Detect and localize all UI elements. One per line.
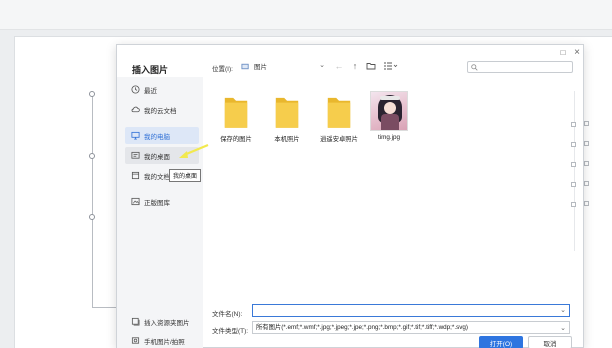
back-arrow-icon[interactable]: ← xyxy=(333,60,345,72)
file-name: 本机照片 xyxy=(274,136,300,143)
gallery-icon xyxy=(131,197,140,206)
sidebar-item-label: 插入资源夹图片 xyxy=(144,319,190,327)
phone-icon xyxy=(131,336,140,345)
location-dropdown[interactable]: 图片 ⌄ xyxy=(238,60,328,72)
sidebar-item-label: 我的桌面 xyxy=(144,153,170,161)
shape-handle[interactable] xyxy=(89,214,95,220)
sidebar-item-my-computer[interactable]: 我的电脑 xyxy=(125,127,199,144)
shape-handle[interactable] xyxy=(584,201,589,206)
shape-handle[interactable] xyxy=(89,91,95,97)
location-value: 图片 xyxy=(254,64,267,71)
filetype-label: 文件类型(T): xyxy=(212,328,249,335)
sidebar-item-label: 最近 xyxy=(144,87,157,95)
maximize-button[interactable]: □ xyxy=(558,48,568,58)
search-box[interactable] xyxy=(467,61,573,73)
shape-handle[interactable] xyxy=(584,141,589,146)
folder-icon xyxy=(217,91,255,131)
chevron-down-icon: ⌄ xyxy=(319,62,325,69)
search-input[interactable] xyxy=(480,62,570,72)
tooltip: 我的桌面 xyxy=(169,169,202,182)
document-icon xyxy=(131,171,140,180)
annotation-arrow-icon xyxy=(179,143,209,158)
sidebar-item-label: 手机图片/拍照 xyxy=(144,338,185,346)
dialog-title: 插入图片 xyxy=(132,65,169,75)
shape-guide-line-bottom xyxy=(92,307,116,308)
shape-handle[interactable] xyxy=(584,181,589,186)
sidebar-item-label: 我的文档 xyxy=(144,173,170,181)
picture-folder-icon xyxy=(241,62,250,71)
folder-icon xyxy=(268,91,306,131)
file-name: 保存的图片 xyxy=(220,136,252,143)
sidebar-item-recent[interactable]: 最近 xyxy=(125,81,199,98)
filename-input[interactable]: ⌄ xyxy=(252,304,570,317)
sidebar-item-cloud-docs[interactable]: 我的云文档 xyxy=(125,101,199,118)
location-label: 位置(I): xyxy=(212,66,233,73)
shape-guide-line xyxy=(92,95,93,308)
chevron-down-icon[interactable]: ⌄ xyxy=(560,306,566,314)
clock-icon xyxy=(131,85,140,94)
preview-divider xyxy=(574,91,584,251)
sidebar-item-insert-resource-folder[interactable]: 插入资源夹图片 xyxy=(125,313,199,330)
open-button[interactable]: 打开(O) xyxy=(479,336,523,348)
view-mode-icon[interactable] xyxy=(382,60,400,72)
shape-handle xyxy=(571,162,576,167)
up-arrow-icon[interactable]: ↑ xyxy=(349,60,361,72)
filetype-dropdown[interactable]: 所有图片(*.emf;*.wmf;*.jpg;*.jpeg;*.jpe;*.pn… xyxy=(252,321,570,334)
file-name: timg.jpg xyxy=(377,134,401,141)
search-icon xyxy=(471,64,478,71)
filetype-value: 所有图片(*.emf;*.wmf;*.jpg;*.jpeg;*.jpe;*.pn… xyxy=(256,324,468,331)
shape-handle[interactable] xyxy=(584,161,589,166)
new-folder-icon[interactable] xyxy=(365,60,377,72)
cloud-icon xyxy=(131,105,140,114)
sidebar-item-label: 我的电脑 xyxy=(144,133,170,141)
sidebar-item-phone-photo[interactable]: 手机图片/拍照 xyxy=(125,332,199,348)
filename-label: 文件名(N): xyxy=(212,311,243,318)
shape-handle xyxy=(571,122,576,127)
file-name: 逍遥安卓照片 xyxy=(320,136,358,143)
close-button[interactable]: × xyxy=(572,48,582,58)
image-thumbnail xyxy=(370,91,408,131)
computer-icon xyxy=(131,131,140,140)
desktop-icon xyxy=(131,151,140,160)
insert-picture-dialog: □ × 插入图片 最近 我的云文档 我的电脑 我的桌面 我的文档 正版图库 插入… xyxy=(116,44,584,348)
folder-icon xyxy=(320,91,358,131)
cancel-button[interactable]: 取消 xyxy=(528,336,572,348)
shape-handle[interactable] xyxy=(584,121,589,126)
chevron-down-icon: ⌄ xyxy=(560,325,566,332)
shape-handle xyxy=(571,202,576,207)
file-item-folder[interactable]: 本机照片 xyxy=(260,91,314,143)
file-item-folder[interactable]: 保存的图片 xyxy=(209,91,263,143)
sidebar-item-gallery[interactable]: 正版图库 xyxy=(125,193,199,210)
background-toolbar-area xyxy=(0,0,612,30)
file-item-folder[interactable]: 逍遥安卓照片 xyxy=(312,91,366,143)
sidebar-item-label: 正版图库 xyxy=(144,199,170,207)
shape-handle xyxy=(571,182,576,187)
sidebar-item-label: 我的云文档 xyxy=(144,107,177,115)
resource-folder-icon xyxy=(131,317,140,326)
shape-handle xyxy=(571,142,576,147)
shape-handle[interactable] xyxy=(89,153,95,159)
file-item-image[interactable]: timg.jpg xyxy=(362,91,416,141)
